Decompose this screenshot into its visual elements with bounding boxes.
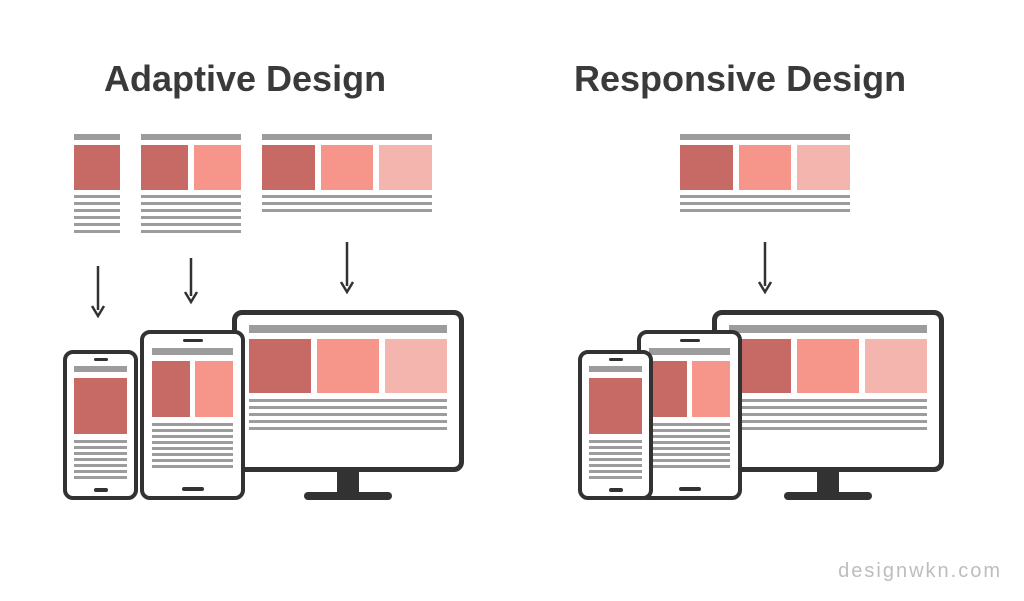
phone-device-icon <box>63 350 138 500</box>
arrow-down-icon <box>90 264 106 320</box>
tablet-device-icon <box>140 330 245 500</box>
adaptive-wireframe-desktop-layout <box>262 134 432 216</box>
adaptive-wireframe-phone-layout <box>74 134 120 237</box>
desktop-monitor-icon <box>232 310 464 500</box>
adaptive-title: Adaptive Design <box>104 58 386 100</box>
responsive-wireframe-layout <box>680 134 850 216</box>
phone-device-icon <box>578 350 653 500</box>
arrow-down-icon <box>757 240 773 296</box>
arrow-down-icon <box>183 256 199 306</box>
arrow-down-icon <box>339 240 355 296</box>
adaptive-wireframe-tablet-layout <box>141 134 241 237</box>
responsive-title: Responsive Design <box>574 58 906 100</box>
desktop-monitor-icon <box>712 310 944 500</box>
watermark-credit: designwkn.com <box>838 560 1002 583</box>
